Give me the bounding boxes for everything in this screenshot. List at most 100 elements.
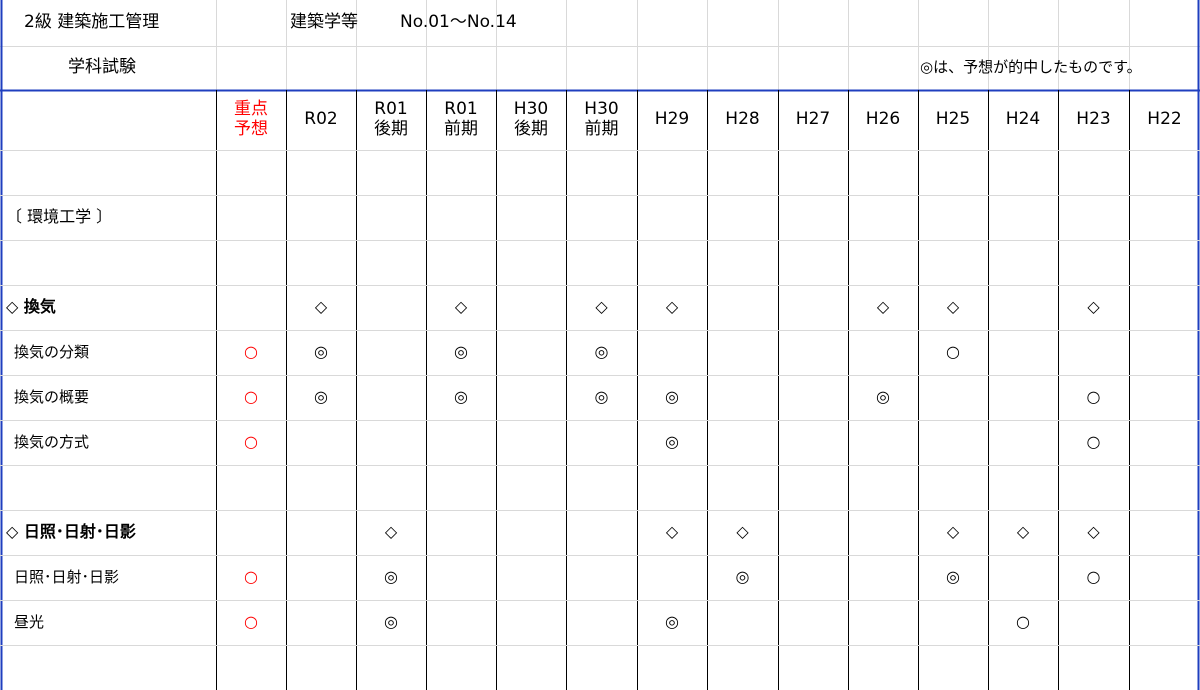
empty-cell[interactable] — [216, 645, 286, 690]
range-title[interactable]: No.01～No.14 — [400, 0, 560, 46]
empty-cell[interactable] — [496, 150, 566, 195]
empty-cell[interactable] — [286, 465, 356, 510]
empty-cell[interactable] — [496, 420, 566, 465]
empty-cell[interactable] — [918, 420, 988, 465]
mark-cell[interactable]: ◇ — [848, 285, 918, 330]
empty-cell[interactable] — [988, 555, 1058, 600]
empty-cell[interactable] — [286, 600, 356, 645]
empty-cell[interactable] — [988, 645, 1058, 690]
column-header-H22[interactable]: H22 — [1129, 90, 1200, 150]
mark-cell[interactable]: ◎ — [637, 375, 707, 420]
mark-cell[interactable]: ○ — [918, 330, 988, 375]
empty-cell[interactable] — [918, 645, 988, 690]
mark-cell[interactable]: ◎ — [286, 330, 356, 375]
empty-cell[interactable] — [637, 645, 707, 690]
empty-cell[interactable] — [426, 645, 496, 690]
empty-cell[interactable] — [707, 420, 778, 465]
empty-cell[interactable] — [848, 330, 918, 375]
empty-cell[interactable] — [778, 465, 848, 510]
empty-cell[interactable] — [496, 240, 566, 285]
empty-cell[interactable] — [707, 240, 778, 285]
row-label[interactable]: 換気の概要 — [14, 375, 222, 420]
empty-cell[interactable] — [1129, 555, 1200, 600]
row-label[interactable] — [6, 645, 214, 690]
empty-cell[interactable] — [496, 555, 566, 600]
empty-cell[interactable] — [778, 285, 848, 330]
empty-cell[interactable] — [848, 510, 918, 555]
empty-cell[interactable] — [918, 600, 988, 645]
empty-cell[interactable] — [356, 375, 426, 420]
empty-cell[interactable] — [1129, 465, 1200, 510]
empty-cell[interactable] — [637, 240, 707, 285]
grade-title[interactable]: 2級 建築施工管理 — [24, 0, 224, 46]
empty-cell[interactable] — [848, 600, 918, 645]
empty-cell[interactable] — [216, 150, 286, 195]
empty-cell[interactable] — [286, 420, 356, 465]
empty-cell[interactable] — [216, 285, 286, 330]
row-label[interactable]: 昼光 — [14, 600, 222, 645]
column-header-R01b[interactable]: R01 後期 — [356, 90, 426, 150]
column-header-R02[interactable]: R02 — [286, 90, 356, 150]
empty-cell[interactable] — [356, 645, 426, 690]
row-label[interactable]: 換気の分類 — [14, 330, 222, 375]
empty-cell[interactable] — [496, 330, 566, 375]
empty-cell[interactable] — [426, 150, 496, 195]
empty-cell[interactable] — [356, 465, 426, 510]
mark-cell[interactable]: ◇ — [286, 285, 356, 330]
column-header-H28[interactable]: H28 — [707, 90, 778, 150]
mark-cell[interactable]: ○ — [216, 330, 286, 375]
empty-cell[interactable] — [1129, 600, 1200, 645]
empty-cell[interactable] — [778, 375, 848, 420]
exam-type[interactable]: 学科試験 — [68, 46, 208, 90]
empty-cell[interactable] — [356, 330, 426, 375]
empty-cell[interactable] — [216, 465, 286, 510]
empty-cell[interactable] — [426, 600, 496, 645]
row-label[interactable] — [6, 150, 214, 195]
mark-cell[interactable]: ○ — [216, 375, 286, 420]
mark-cell[interactable]: ◎ — [286, 375, 356, 420]
empty-cell[interactable] — [1129, 285, 1200, 330]
empty-cell[interactable] — [566, 465, 637, 510]
row-label[interactable] — [6, 465, 214, 510]
mark-cell[interactable]: ◇ — [426, 285, 496, 330]
empty-cell[interactable] — [848, 465, 918, 510]
empty-cell[interactable] — [988, 195, 1058, 240]
empty-cell[interactable] — [566, 420, 637, 465]
empty-cell[interactable] — [216, 195, 286, 240]
empty-cell[interactable] — [496, 645, 566, 690]
empty-cell[interactable] — [848, 195, 918, 240]
column-header-H27[interactable]: H27 — [778, 90, 848, 150]
empty-cell[interactable] — [988, 330, 1058, 375]
empty-cell[interactable] — [1058, 240, 1129, 285]
legend-note[interactable]: ◎は、予想が的中したものです。 — [920, 46, 1190, 90]
empty-cell[interactable] — [1129, 645, 1200, 690]
mark-cell[interactable]: ○ — [1058, 375, 1129, 420]
empty-cell[interactable] — [778, 195, 848, 240]
empty-cell[interactable] — [1058, 645, 1129, 690]
empty-cell[interactable] — [848, 555, 918, 600]
empty-cell[interactable] — [848, 240, 918, 285]
empty-cell[interactable] — [918, 375, 988, 420]
mark-cell[interactable]: ◎ — [426, 330, 496, 375]
mark-cell[interactable]: ◎ — [356, 600, 426, 645]
empty-cell[interactable] — [988, 375, 1058, 420]
column-header-H25[interactable]: H25 — [918, 90, 988, 150]
empty-cell[interactable] — [1058, 600, 1129, 645]
empty-cell[interactable] — [778, 510, 848, 555]
empty-cell[interactable] — [707, 150, 778, 195]
empty-cell[interactable] — [1129, 420, 1200, 465]
empty-cell[interactable] — [637, 465, 707, 510]
empty-cell[interactable] — [496, 195, 566, 240]
empty-cell[interactable] — [1129, 150, 1200, 195]
mark-cell[interactable]: ○ — [1058, 420, 1129, 465]
empty-cell[interactable] — [988, 240, 1058, 285]
empty-cell[interactable] — [637, 195, 707, 240]
mark-cell[interactable]: ◎ — [426, 375, 496, 420]
row-label[interactable]: 換気の方式 — [14, 420, 222, 465]
empty-cell[interactable] — [426, 510, 496, 555]
empty-cell[interactable] — [918, 150, 988, 195]
column-header-H29[interactable]: H29 — [637, 90, 707, 150]
column-header-H30b[interactable]: H30 後期 — [496, 90, 566, 150]
empty-cell[interactable] — [707, 375, 778, 420]
row-label[interactable] — [6, 240, 214, 285]
